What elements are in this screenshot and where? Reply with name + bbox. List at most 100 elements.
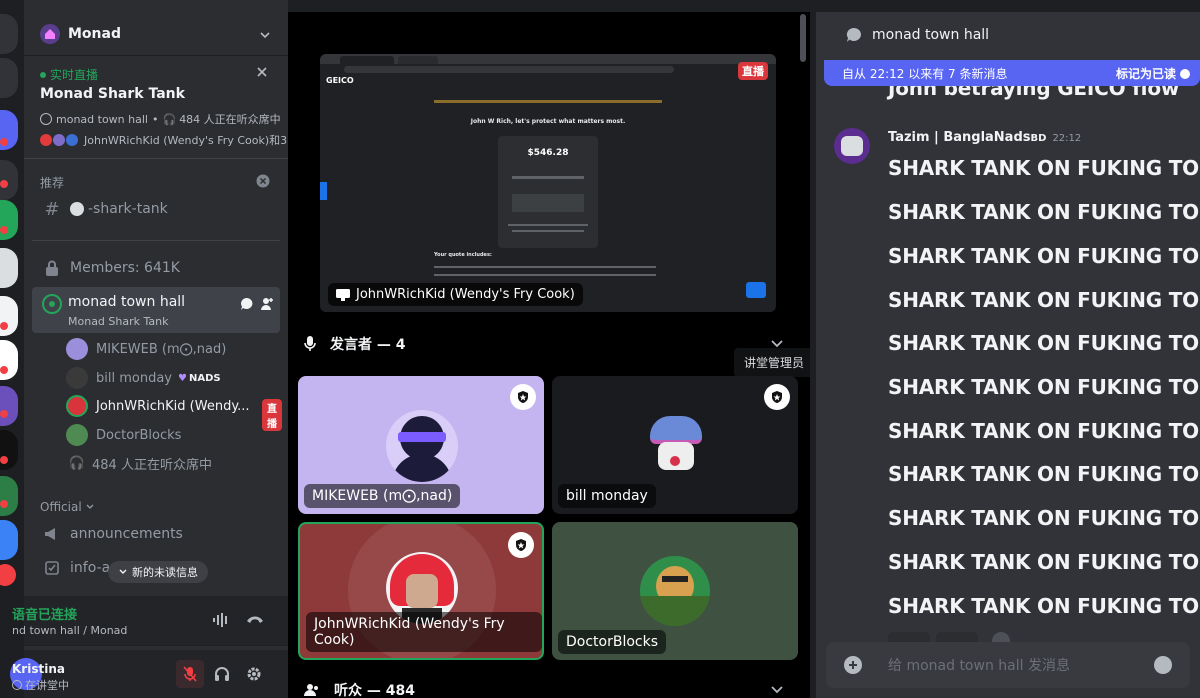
speaker-avatar	[53, 134, 65, 146]
avatar	[640, 556, 710, 626]
add-user-icon[interactable]	[260, 297, 274, 311]
voice-location: nd town hall / Monad	[12, 624, 128, 637]
mention-badge	[0, 366, 8, 374]
server-icon[interactable]	[0, 430, 18, 470]
server-icon[interactable]	[0, 58, 18, 98]
mention-badge	[0, 226, 8, 234]
chevron-down-icon	[86, 504, 94, 509]
heart-icon: ♥	[178, 372, 187, 384]
moderator-tooltip: 讲堂管理员	[734, 348, 810, 377]
avatar	[66, 424, 88, 446]
mention-badge	[0, 410, 8, 418]
reaction-chip[interactable]	[888, 632, 930, 642]
category-official[interactable]: Official	[40, 500, 94, 514]
new-unread-pill[interactable]: 新的未读信息	[108, 561, 208, 583]
message-line: SHARK TANK ON FUKING TOP	[888, 156, 1200, 180]
user-name: Kristina	[12, 662, 65, 676]
message-author[interactable]: Tazim | BanglaNads	[888, 130, 1031, 145]
stage-scrollbar[interactable]	[800, 14, 806, 62]
server-icon[interactable]	[0, 14, 18, 54]
reaction-chip[interactable]	[936, 632, 978, 642]
channel-shark-tank[interactable]: # -shark-tank	[32, 194, 280, 224]
live-status: 实时直播	[50, 68, 99, 82]
voice-user-mikeweb[interactable]: MIKEWEB (m⨀,nad)	[66, 336, 226, 362]
close-circle-icon[interactable]	[256, 174, 270, 188]
moderator-badge-icon	[764, 384, 790, 410]
speaker-avatar	[66, 134, 78, 146]
chevron-down-icon	[260, 32, 270, 39]
channel-label: -shark-tank	[88, 201, 168, 217]
add-attachment-icon[interactable]	[844, 656, 862, 674]
speaker-name: JohnWRichKid (Wendy's Fry Cook)	[306, 612, 542, 652]
emoji-icon[interactable]	[1154, 656, 1172, 674]
speaker-name: bill monday	[558, 484, 656, 508]
server-icon[interactable]	[0, 200, 18, 240]
speaker-tile-johnwrichkid[interactable]: JohnWRichKid (Wendy's Fry Cook)	[298, 522, 544, 660]
add-reaction-icon[interactable]	[992, 632, 1010, 642]
megaphone-icon	[42, 527, 62, 541]
geico-quote-card: $546.28	[498, 136, 598, 248]
geico-side-tab	[320, 182, 327, 200]
soundwave-icon[interactable]	[212, 612, 230, 628]
message-line: SHARK TANK ON FUKING TOP	[888, 244, 1200, 268]
headphones-icon: 🎧	[162, 112, 177, 126]
live-title: Monad Shark Tank	[40, 86, 185, 102]
speaker-tile-doctorblocks[interactable]: DoctorBlocks	[552, 522, 798, 660]
chat-title: monad town hall	[872, 27, 990, 43]
notification-badge	[0, 564, 16, 586]
message-avatar[interactable]	[834, 128, 870, 164]
screen-share-tile[interactable]: 直播 GEICO John W Rich, let's protect what…	[320, 54, 776, 312]
speaker-tile-bill-monday[interactable]: bill monday	[552, 376, 798, 514]
voice-user-name: JohnWRichKid (Wendy...	[96, 398, 250, 414]
geico-progress-bar	[434, 100, 662, 103]
server-icon[interactable]	[0, 296, 18, 336]
author-tag: BD	[1030, 133, 1047, 144]
close-icon[interactable]	[256, 66, 268, 78]
audience-count-row[interactable]: 🎧 484 人正在听众席中	[66, 450, 212, 476]
server-icon[interactable]	[0, 248, 18, 288]
nads-tag: ♥ NADS	[178, 372, 221, 384]
chat-input-box[interactable]: 给 monad town hall 发消息	[826, 642, 1190, 688]
mention-badge	[0, 322, 8, 330]
message-time: 22:12	[1052, 133, 1082, 144]
server-icon[interactable]	[0, 340, 18, 380]
speaker-tile-mikeweb[interactable]: MIKEWEB (m⨀,nad)	[298, 376, 544, 514]
live-badge: 直播	[262, 399, 282, 431]
hashtag-icon: #	[44, 198, 60, 220]
headphones-icon[interactable]	[214, 666, 230, 682]
headphones-icon: 🎧	[68, 455, 86, 471]
chat-header: monad town hall	[816, 12, 1200, 58]
stage-channel-topic: Monad Shark Tank	[68, 315, 169, 328]
moderator-badge-icon	[510, 384, 536, 410]
shark-icon	[70, 202, 84, 216]
stage-chat-panel: monad town hall John betraying GEICO flo…	[816, 12, 1200, 698]
new-messages-banner[interactable]: 自从 22:12 以来有 7 条新消息 标记为已读	[824, 60, 1200, 86]
voice-user-johnwrichkid[interactable]: JohnWRichKid (Wendy... 直播	[66, 393, 282, 431]
mute-button[interactable]	[176, 660, 204, 688]
browser-tab	[340, 56, 394, 64]
avatar	[386, 410, 458, 482]
channel-sidebar: Monad 实时直播 Monad Shark Tank monad town h…	[10, 0, 301, 698]
disconnect-icon[interactable]	[246, 614, 264, 626]
speakers-header[interactable]: 发言者 — 4	[304, 334, 798, 354]
mark-read-button[interactable]: 标记为已读	[1116, 65, 1190, 82]
live-stage-card[interactable]: 实时直播 Monad Shark Tank monad town hall • …	[32, 58, 301, 154]
message-line: SHARK TANK ON FUKING TOP	[888, 506, 1200, 530]
channel-announcements[interactable]: announcements	[32, 519, 280, 549]
stage-icon	[12, 680, 22, 690]
message-line: SHARK TANK ON FUKING TOP	[888, 550, 1200, 574]
stage-channel-item[interactable]: monad town hall Monad Shark Tank	[32, 287, 280, 333]
server-icon[interactable]	[0, 476, 18, 516]
voice-user-bill-monday[interactable]: bill monday ♥ NADS	[66, 365, 221, 391]
avatar	[66, 395, 88, 417]
guild-name: Monad	[68, 25, 121, 42]
server-icon[interactable]	[0, 520, 18, 560]
screen-share-icon	[336, 288, 350, 301]
voice-user-doctorblocks[interactable]: DoctorBlocks	[66, 422, 181, 448]
avatar	[66, 367, 88, 389]
server-icon[interactable]	[0, 386, 18, 426]
audience-header[interactable]: 听众 — 484	[304, 680, 798, 698]
guild-header[interactable]: Monad	[24, 12, 288, 56]
chat-bubble-icon[interactable]	[240, 297, 254, 311]
gear-icon[interactable]	[246, 666, 262, 682]
